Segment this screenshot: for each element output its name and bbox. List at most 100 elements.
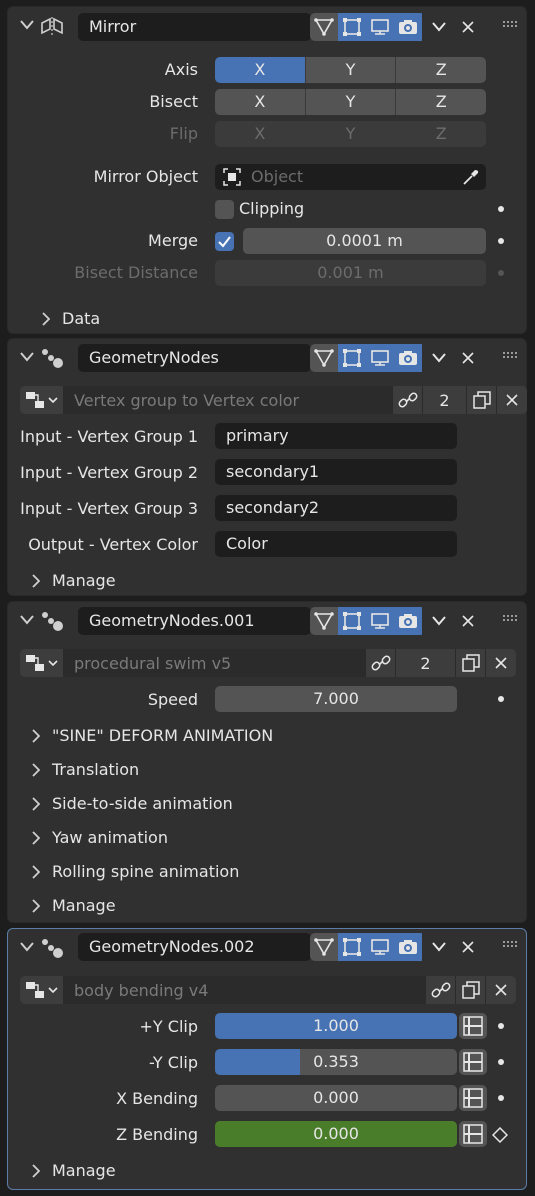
duplicate-icon[interactable] [456, 649, 486, 677]
link-icon[interactable] [426, 976, 456, 1004]
axis-x-button[interactable]: X [215, 57, 306, 83]
dropdown-chevron-icon[interactable] [432, 942, 446, 952]
unlink-icon[interactable] [497, 386, 527, 414]
unlink-icon[interactable] [486, 976, 516, 1004]
node-tree-browse-button[interactable] [20, 386, 64, 414]
merge-checkbox[interactable] [215, 232, 234, 251]
bisect-y-button[interactable]: Y [305, 89, 397, 115]
edit-mode-cage-toggle[interactable] [310, 607, 338, 635]
input-field[interactable]: secondary2 [215, 495, 457, 521]
rolling-spine-subpanel-header[interactable]: Rolling spine animation [32, 862, 239, 881]
collapse-chevron-icon[interactable] [20, 615, 34, 625]
drag-grip-icon[interactable] [503, 352, 517, 358]
dropdown-chevron-icon[interactable] [432, 353, 446, 363]
edit-mode-toggle[interactable] [338, 344, 366, 372]
animate-property-dot[interactable] [498, 206, 504, 212]
animate-property-dot[interactable] [498, 1023, 504, 1029]
y-minus-clip-slider[interactable]: 0.353 [215, 1049, 457, 1075]
speed-field[interactable]: 7.000 [215, 686, 457, 712]
side-to-side-subpanel-header[interactable]: Side-to-side animation [32, 794, 233, 813]
flip-z-button[interactable]: Z [396, 121, 486, 147]
duplicate-icon[interactable] [456, 976, 486, 1004]
input-field[interactable]: secondary1 [215, 459, 457, 485]
modifier-name-field[interactable]: GeometryNodes [78, 344, 311, 372]
keyframe-diamond-icon[interactable] [492, 1127, 508, 1143]
drag-grip-icon[interactable] [503, 941, 517, 947]
viewport-toggle[interactable] [366, 13, 394, 41]
edit-mode-cage-toggle[interactable] [310, 344, 338, 372]
data-subpanel-header[interactable]: Data [42, 309, 100, 328]
manage-subpanel-header[interactable]: Manage [32, 571, 116, 590]
merge-distance-field[interactable]: 0.0001 m [243, 228, 486, 254]
node-group-name[interactable]: procedural swim v5 [64, 649, 366, 677]
node-group-name[interactable]: Vertex group to Vertex color [64, 386, 393, 414]
eyedropper-icon[interactable] [462, 168, 480, 186]
animate-property-dot[interactable] [498, 238, 504, 244]
render-toggle[interactable] [394, 344, 422, 372]
sine-deform-subpanel-header[interactable]: "SINE" DEFORM ANIMATION [32, 726, 273, 745]
bisect-x-button[interactable]: X [215, 89, 306, 115]
manage-subpanel-header[interactable]: Manage [32, 1161, 116, 1180]
render-toggle[interactable] [394, 933, 422, 961]
manage-subpanel-header[interactable]: Manage [32, 896, 116, 915]
attribute-toggle[interactable] [459, 1013, 487, 1039]
bisect-z-button[interactable]: Z [396, 89, 486, 115]
unlink-icon[interactable] [486, 649, 516, 677]
edit-mode-cage-toggle[interactable] [310, 13, 338, 41]
duplicate-icon[interactable] [467, 386, 497, 414]
yaw-subpanel-header[interactable]: Yaw animation [32, 828, 168, 847]
viewport-toggle[interactable] [366, 344, 394, 372]
animate-property-dot[interactable] [498, 1095, 504, 1101]
edit-mode-toggle[interactable] [338, 13, 366, 41]
modifier-name-field[interactable]: GeometryNodes.002 [78, 933, 311, 961]
camera-icon [399, 614, 417, 628]
close-icon[interactable] [462, 941, 474, 953]
user-count-button[interactable]: 2 [396, 649, 456, 677]
animate-property-dot[interactable] [498, 696, 504, 702]
close-icon[interactable] [462, 615, 474, 627]
dropdown-chevron-icon[interactable] [432, 22, 446, 32]
collapse-chevron-icon[interactable] [20, 20, 34, 30]
translation-subpanel-header[interactable]: Translation [32, 760, 139, 779]
render-toggle[interactable] [394, 607, 422, 635]
input-field[interactable]: primary [215, 423, 457, 449]
flip-y-button[interactable]: Y [305, 121, 397, 147]
link-icon[interactable] [366, 649, 396, 677]
animate-property-dot[interactable] [498, 270, 504, 276]
close-icon[interactable] [462, 21, 474, 33]
output-field[interactable]: Color [215, 531, 457, 557]
drag-grip-icon[interactable] [503, 615, 517, 621]
y-plus-clip-slider[interactable]: 1.000 [215, 1013, 457, 1039]
collapse-chevron-icon[interactable] [20, 942, 34, 952]
attribute-toggle[interactable] [459, 1121, 487, 1147]
drag-grip-icon[interactable] [503, 21, 517, 27]
animate-property-dot[interactable] [498, 1059, 504, 1065]
bisect-distance-field[interactable]: 0.001 m [215, 260, 486, 286]
modifier-name-field[interactable]: GeometryNodes.001 [78, 607, 311, 635]
viewport-toggle[interactable] [366, 607, 394, 635]
collapse-chevron-icon[interactable] [20, 352, 34, 362]
modifier-name-field[interactable]: Mirror [78, 13, 311, 41]
attribute-toggle[interactable] [459, 1049, 487, 1075]
axis-z-button[interactable]: Z [396, 57, 486, 83]
x-bending-slider[interactable]: 0.000 [215, 1085, 457, 1111]
viewport-toggle[interactable] [366, 933, 394, 961]
edit-mode-cage-toggle[interactable] [310, 933, 338, 961]
close-icon[interactable] [462, 352, 474, 364]
edit-mode-toggle[interactable] [338, 933, 366, 961]
render-toggle[interactable] [394, 13, 422, 41]
edit-mode-toggle[interactable] [338, 607, 366, 635]
z-bending-slider[interactable]: 0.000 [215, 1121, 457, 1147]
attribute-toggle[interactable] [459, 1085, 487, 1111]
link-icon[interactable] [393, 386, 423, 414]
mirror-object-field[interactable]: Object [215, 164, 486, 190]
node-tree-browse-button[interactable] [20, 976, 64, 1004]
dropdown-chevron-icon[interactable] [432, 616, 446, 626]
user-count-button[interactable]: 2 [423, 386, 467, 414]
node-group-name[interactable]: body bending v4 [64, 976, 426, 1004]
flip-x-button[interactable]: X [215, 121, 306, 147]
node-tree-browse-button[interactable] [20, 649, 64, 677]
clipping-checkbox[interactable] [215, 200, 234, 219]
input-label: Input - Vertex Group 1 [20, 427, 198, 446]
axis-y-button[interactable]: Y [305, 57, 397, 83]
